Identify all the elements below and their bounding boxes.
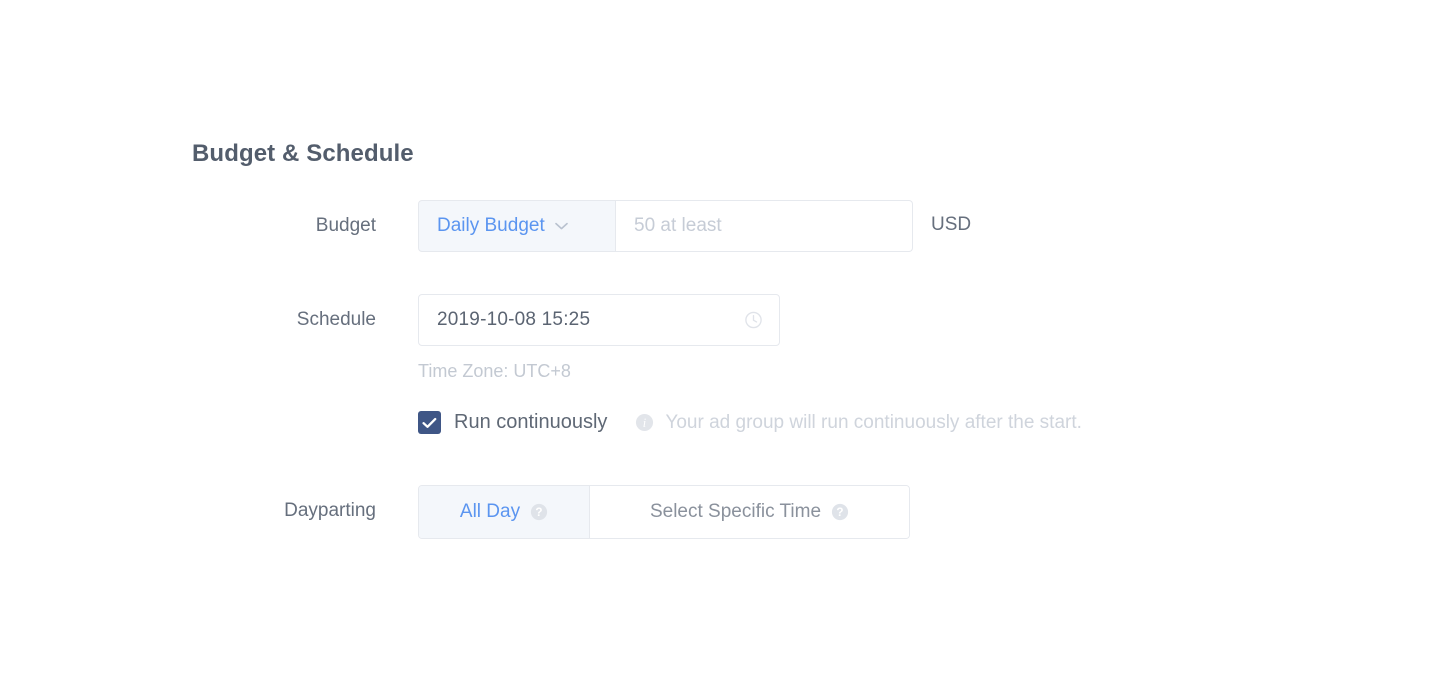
budget-input-group: Daily Budget xyxy=(418,200,913,252)
schedule-datetime-field[interactable]: 2019-10-08 15:25 xyxy=(418,294,780,346)
budget-amount-input[interactable] xyxy=(616,200,913,252)
budget-row: Budget Daily Budget USD xyxy=(192,200,971,252)
page-title: Budget & Schedule xyxy=(192,140,414,167)
chevron-down-icon xyxy=(554,222,568,230)
info-icon: i xyxy=(636,413,654,432)
run-continuously-hint-text: Your ad group will run continuously afte… xyxy=(665,411,1082,433)
budget-type-value: Daily Budget xyxy=(437,215,545,236)
help-icon[interactable]: ? xyxy=(530,503,548,521)
run-continuously-checkbox[interactable] xyxy=(418,411,441,434)
info-icon-glyph: i xyxy=(643,416,647,430)
currency-label: USD xyxy=(931,214,972,235)
help-icon[interactable]: ? xyxy=(831,503,849,521)
dayparting-option-all-day[interactable]: All Day ? xyxy=(419,486,589,538)
dayparting-row: Dayparting All Day ? Select Specific Tim… xyxy=(192,485,910,539)
budget-type-select[interactable]: Daily Budget xyxy=(418,200,616,252)
run-continuously-label[interactable]: Run continuously xyxy=(454,411,607,434)
run-continuously-row: Run continuously i Your ad group will ru… xyxy=(418,411,1082,434)
dayparting-option-specific-time-label: Select Specific Time xyxy=(649,501,822,522)
schedule-datetime-value: 2019-10-08 15:25 xyxy=(437,309,591,330)
budget-schedule-page: Budget & Schedule Budget Daily Budget US… xyxy=(0,0,1440,686)
help-icon-glyph: ? xyxy=(536,506,543,519)
budget-control-group: Daily Budget USD xyxy=(418,200,971,252)
dayparting-segmented-control: All Day ? Select Specific Time ? xyxy=(418,485,910,539)
dayparting-label: Dayparting xyxy=(284,500,376,521)
run-continuously-hint: i Your ad group will run continuously af… xyxy=(635,411,1082,434)
dayparting-control-group: All Day ? Select Specific Time ? xyxy=(418,485,910,539)
check-icon xyxy=(422,417,437,428)
schedule-control-group: 2019-10-08 15:25 Time Zone: UTC+8 Run co… xyxy=(418,294,1082,434)
timezone-note: Time Zone: UTC+8 xyxy=(418,361,571,381)
clock-icon[interactable] xyxy=(744,311,763,330)
schedule-row: Schedule 2019-10-08 15:25 Time Zone: UTC… xyxy=(192,294,1082,434)
dayparting-option-specific-time[interactable]: Select Specific Time ? xyxy=(589,486,909,538)
help-icon-glyph: ? xyxy=(836,506,843,519)
dayparting-option-all-day-label: All Day xyxy=(459,501,521,522)
budget-label: Budget xyxy=(315,215,376,236)
schedule-label: Schedule xyxy=(296,309,376,330)
